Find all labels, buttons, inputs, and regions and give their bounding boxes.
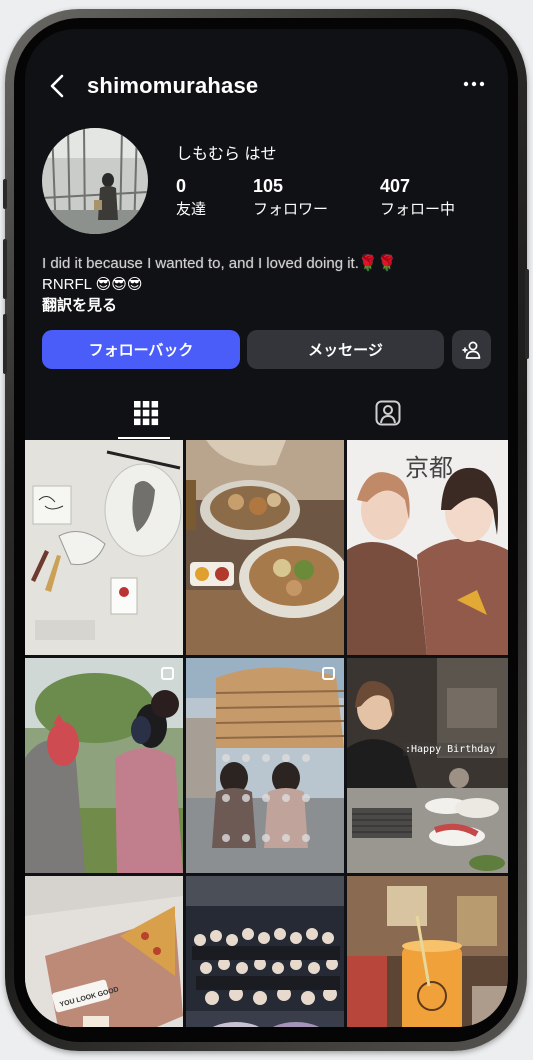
post-image bbox=[347, 876, 508, 1027]
app-screen: shimomurahase しもむら はせ 0 友達 105 フォロワー 407… bbox=[25, 29, 508, 1027]
bio-line-1: I did it because I wanted to, and I love… bbox=[42, 255, 397, 272]
tagged-person-icon bbox=[375, 400, 400, 426]
tab-tagged[interactable] bbox=[267, 385, 508, 439]
grid-icon bbox=[133, 401, 158, 426]
stat-followers[interactable]: 105 フォロワー bbox=[253, 176, 328, 218]
volume-down-button bbox=[3, 314, 7, 374]
avatar[interactable] bbox=[42, 128, 148, 234]
stat-following[interactable]: 407 フォロー中 bbox=[380, 176, 455, 218]
post-image bbox=[186, 658, 344, 873]
post-thumbnail[interactable]: YOU LOOK GOOD bbox=[25, 876, 183, 1027]
see-translation-link[interactable]: 翻訳を見る bbox=[42, 295, 492, 316]
follow-back-button[interactable]: フォローバック bbox=[42, 330, 240, 369]
bio-line-2: RNRFL 😎😎😎 bbox=[42, 276, 143, 293]
post-thumbnail[interactable] bbox=[186, 876, 344, 1027]
chevron-left-icon[interactable] bbox=[47, 73, 69, 99]
post-image bbox=[25, 440, 183, 655]
active-tab-indicator bbox=[118, 437, 170, 439]
stat-friends-label: 友達 bbox=[176, 201, 207, 218]
mute-switch bbox=[3, 179, 7, 209]
carousel-icon bbox=[161, 667, 174, 680]
stat-followers-label: フォロワー bbox=[253, 201, 329, 218]
display-name: しもむら はせ bbox=[176, 146, 277, 163]
more-horizontal-icon[interactable] bbox=[462, 73, 486, 95]
tab-posts-grid[interactable] bbox=[25, 385, 266, 439]
post-image bbox=[25, 658, 183, 873]
post-thumbnail[interactable]: 京都 bbox=[347, 440, 508, 655]
stat-following-count: 407 bbox=[380, 176, 411, 196]
power-button bbox=[525, 269, 529, 359]
username-title: shimomurahase bbox=[87, 73, 259, 98]
volume-up-button bbox=[3, 239, 7, 299]
post-image bbox=[25, 876, 183, 1027]
profile-header: shimomurahase bbox=[25, 29, 508, 129]
post-image bbox=[186, 440, 344, 655]
bio: I did it because I wanted to, and I love… bbox=[42, 253, 492, 316]
kyoto-handwriting: 京都 bbox=[405, 454, 453, 482]
post-thumbnail[interactable] bbox=[186, 658, 344, 873]
stat-friends[interactable]: 0 友達 bbox=[176, 176, 206, 218]
add-person-icon bbox=[462, 341, 480, 359]
post-image bbox=[347, 658, 508, 873]
add-friend-button[interactable] bbox=[452, 330, 491, 369]
post-thumbnail[interactable] bbox=[25, 658, 183, 873]
stat-followers-count: 105 bbox=[253, 176, 284, 196]
post-thumbnail[interactable]: :Happy Birthday bbox=[347, 658, 508, 873]
post-thumbnail[interactable]: himawari bbox=[347, 876, 508, 1027]
post-thumbnail[interactable] bbox=[186, 440, 344, 655]
stat-friends-count: 0 bbox=[176, 176, 187, 196]
stat-following-label: フォロー中 bbox=[380, 201, 456, 218]
post-image bbox=[186, 876, 344, 1027]
post-thumbnail[interactable] bbox=[25, 440, 183, 655]
message-button[interactable]: メッセージ bbox=[247, 330, 444, 369]
birthday-caption: :Happy Birthday bbox=[403, 743, 498, 756]
carousel-icon bbox=[322, 667, 335, 680]
